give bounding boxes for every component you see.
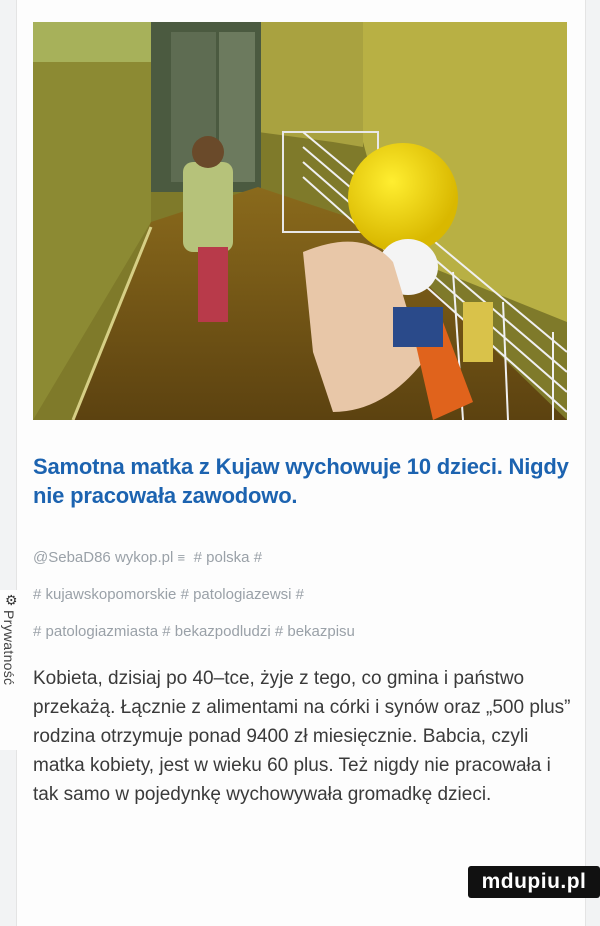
tag-link[interactable]: # kujawskopomorskie [33, 586, 176, 603]
privacy-tab-label: Prywatność [1, 610, 17, 686]
tag-link[interactable]: # bekazpodludzi [162, 623, 270, 640]
author-link[interactable]: @SebaD86 [33, 549, 111, 566]
tag-link[interactable]: # polska [194, 549, 250, 566]
source-link[interactable]: wykop.pl [115, 549, 173, 566]
gear-icon: ⚙ [5, 592, 18, 608]
site-watermark: mdupiu.pl [468, 866, 600, 898]
list-icon: ≡ [177, 550, 186, 565]
tag-link[interactable]: # bekazpisu [275, 623, 355, 640]
article-photo[interactable] [33, 22, 567, 420]
article-title[interactable]: Samotna matka z Kujaw wychowuje 10 dziec… [33, 452, 573, 510]
tag-link[interactable]: # patologiazewsi [181, 586, 292, 603]
article-body: Kobieta, dzisiaj po 40–tce, żyje z tego,… [33, 668, 571, 805]
tag-link[interactable]: # patologiazmiasta [33, 623, 158, 640]
article-meta: @SebaD86 wykop.pl ≡ # polska # # kujawsk… [33, 539, 573, 650]
